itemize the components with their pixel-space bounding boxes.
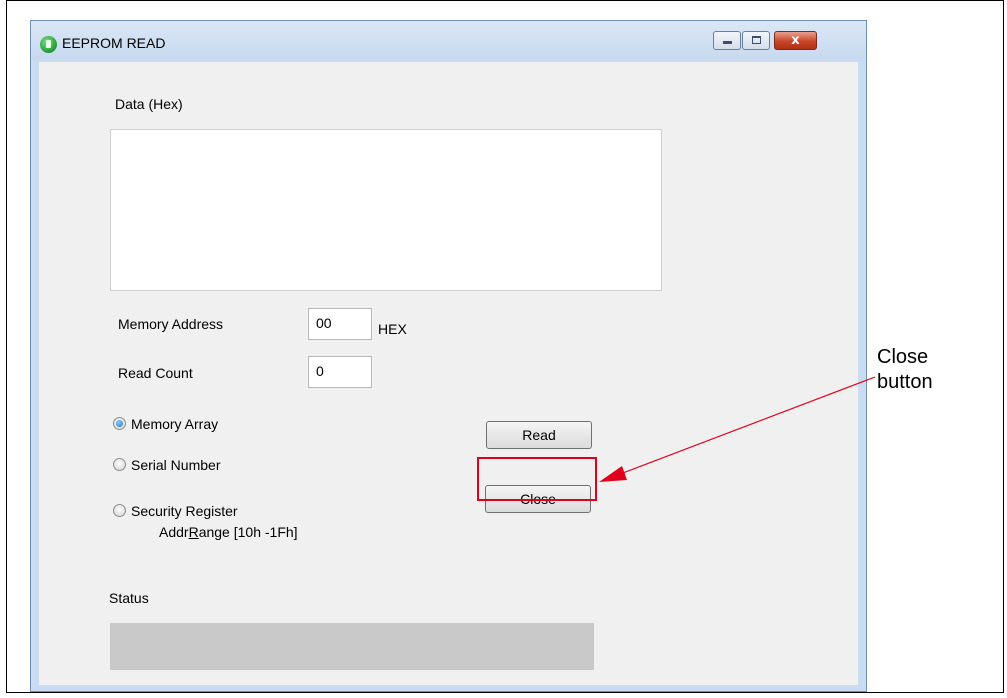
memory-address-input[interactable]: 00 bbox=[308, 308, 372, 340]
radio-button[interactable] bbox=[113, 458, 126, 471]
minimize-icon bbox=[723, 41, 732, 44]
read-button[interactable]: Read bbox=[486, 421, 592, 449]
read-count-input[interactable]: 0 bbox=[308, 356, 372, 388]
close-icon: x bbox=[791, 33, 800, 48]
window-client-area: Data (Hex) Memory Address 00 HEX Read Co… bbox=[39, 62, 858, 685]
close-button-callout: Close button bbox=[877, 345, 933, 395]
status-label: Status bbox=[109, 590, 149, 606]
eeprom-read-window: EEPROM READ x Data (Hex) Memory Address … bbox=[30, 20, 867, 692]
radio-label: Memory Array bbox=[131, 416, 219, 432]
maximize-button[interactable] bbox=[742, 31, 770, 50]
app-icon bbox=[40, 36, 57, 53]
maximize-icon bbox=[752, 36, 761, 44]
data-hex-label: Data (Hex) bbox=[115, 96, 183, 112]
title-bar[interactable]: EEPROM READ x bbox=[31, 21, 866, 61]
callout-line-2: button bbox=[877, 371, 933, 393]
status-display bbox=[110, 623, 594, 670]
callout-line-1: Close bbox=[877, 346, 929, 368]
radio-label: Serial Number bbox=[131, 457, 221, 473]
minimize-button[interactable] bbox=[713, 31, 741, 50]
addr-range-label: AddrRange [10h -1Fh] bbox=[159, 524, 298, 540]
hex-suffix-label: HEX bbox=[378, 321, 407, 337]
read-count-label: Read Count bbox=[118, 365, 193, 381]
close-button-highlight bbox=[477, 457, 597, 501]
window-title: EEPROM READ bbox=[62, 35, 166, 51]
memory-address-label: Memory Address bbox=[118, 316, 224, 332]
data-hex-textarea[interactable] bbox=[110, 129, 662, 291]
radio-button[interactable] bbox=[113, 504, 126, 517]
radio-label: Security Register bbox=[131, 503, 238, 519]
radio-button-checked[interactable] bbox=[113, 417, 126, 430]
window-close-button[interactable]: x bbox=[774, 31, 817, 50]
